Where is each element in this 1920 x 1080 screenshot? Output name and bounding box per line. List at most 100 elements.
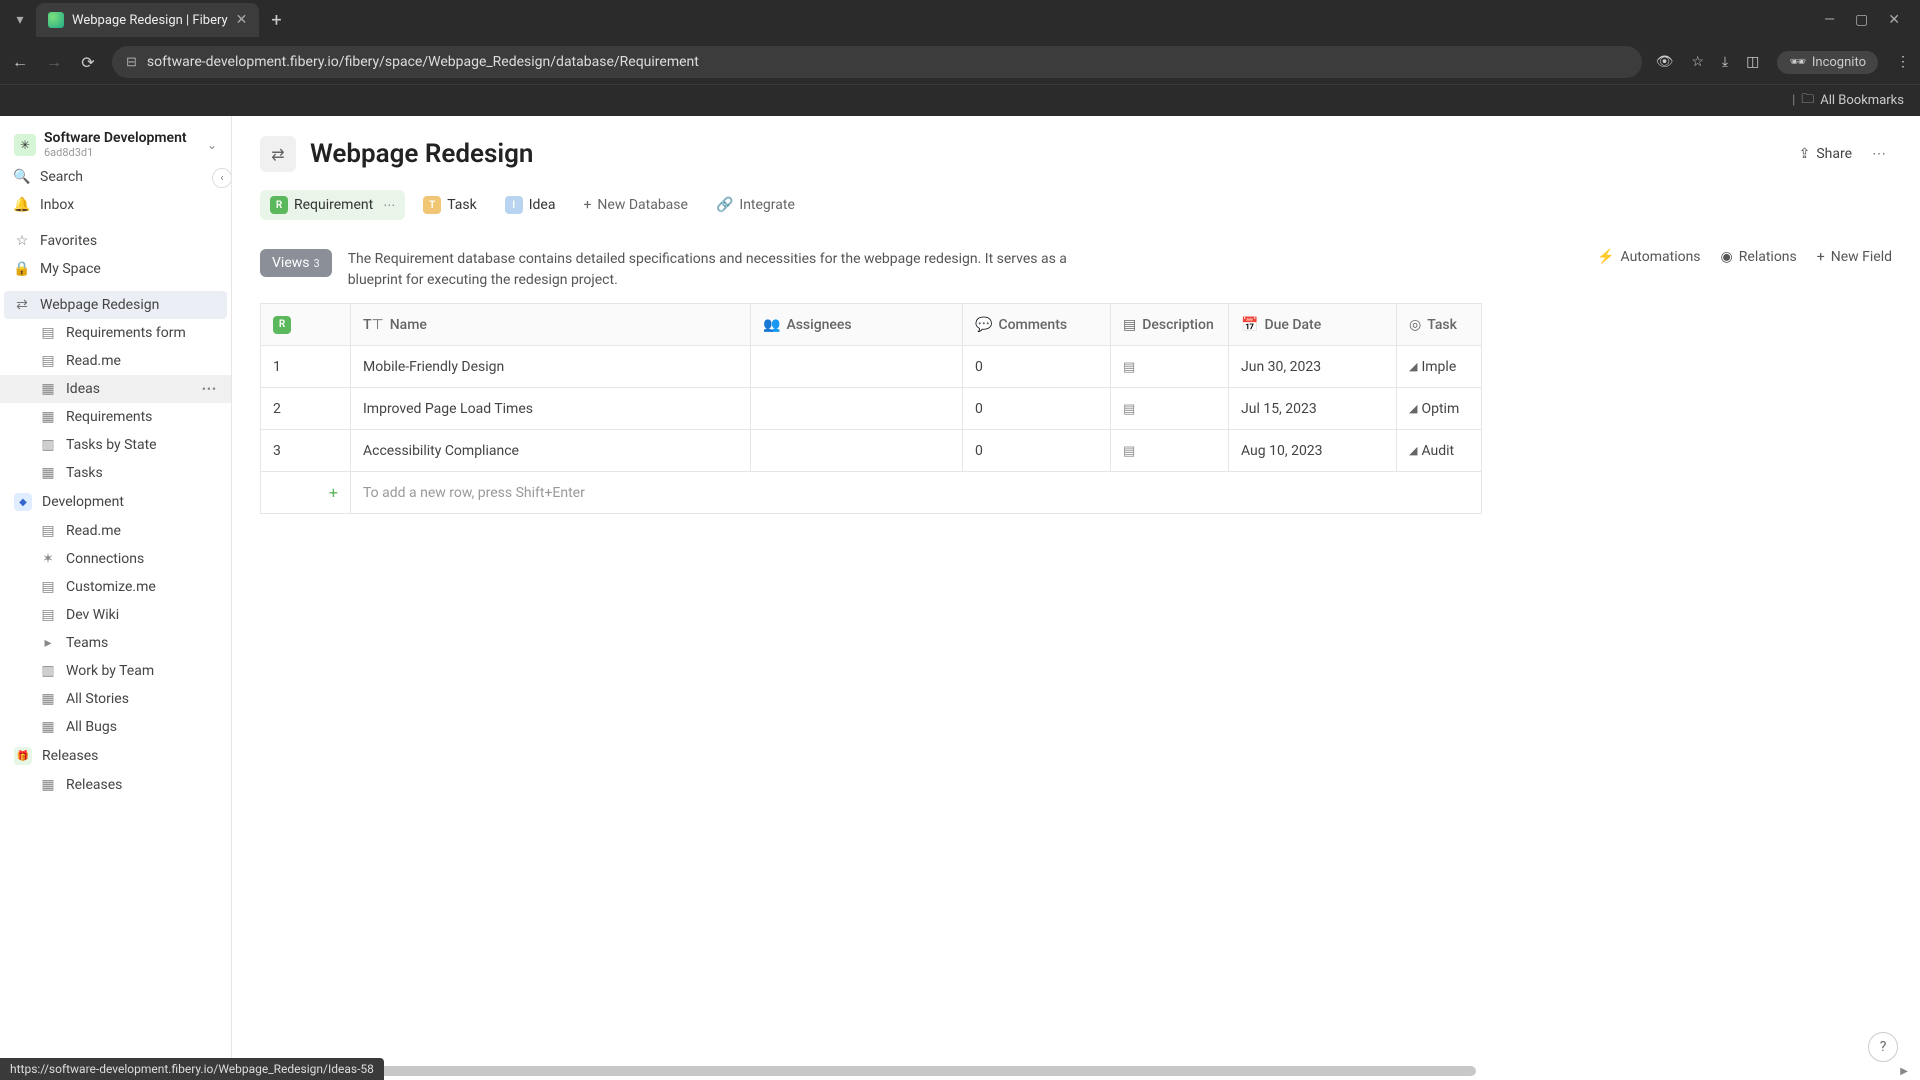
incognito-badge[interactable]: 🕶 Incognito [1777,51,1878,74]
add-row[interactable]: + To add a new row, press Shift+Enter [261,472,1482,514]
minimize-icon[interactable]: ― [1824,12,1835,28]
page-menu-button[interactable]: ⋯ [1866,146,1892,162]
column-header-assignees[interactable]: 👥Assignees [751,304,963,346]
browser-tab[interactable]: Webpage Redesign | Fibery ✕ [36,3,259,37]
new-tab-button[interactable]: + [263,10,289,31]
cell-due-date[interactable]: Aug 10, 2023 [1229,430,1397,472]
cell-name[interactable]: Accessibility Compliance [351,430,751,472]
cell-description[interactable]: ▤ [1111,388,1229,430]
sidebar-item-teams[interactable]: ▸ Teams [0,629,231,657]
sidebar-item-ideas[interactable]: ▦ Ideas ••• [0,375,231,403]
text-icon: T⊤ [363,317,384,333]
reload-button[interactable]: ⟳ [78,53,98,72]
browser-menu-icon[interactable]: ⋮ [1896,54,1910,70]
column-header-comments[interactable]: 💬Comments [963,304,1111,346]
new-database-button[interactable]: + New Database [573,191,697,219]
sidebar-item-tasks-by-state[interactable]: ▥ Tasks by State [0,431,231,459]
maximize-icon[interactable]: ▢ [1855,12,1868,28]
integrate-button[interactable]: 🔗 Integrate [706,191,805,219]
add-row-plus-icon[interactable]: + [261,472,351,514]
cell-assignees[interactable] [751,346,963,388]
views-button[interactable]: Views 3 [260,249,332,277]
page-icon[interactable]: ⇄ [260,136,296,172]
cell-description[interactable]: ▤ [1111,346,1229,388]
cell-name[interactable]: Mobile-Friendly Design [351,346,751,388]
cell-task[interactable]: ◢Audit [1397,430,1482,472]
cell-due-date[interactable]: Jun 30, 2023 [1229,346,1397,388]
collapse-sidebar-button[interactable]: ‹ [212,168,232,188]
tab-search-icon[interactable]: ▾ [8,8,32,32]
sidepanel-icon[interactable]: ◫ [1746,54,1759,70]
bookmark-star-icon[interactable]: ☆ [1691,54,1704,70]
cell-comments[interactable]: 0 [963,346,1111,388]
table-row[interactable]: 1 Mobile-Friendly Design 0 ▤ Jun 30, 202… [261,346,1482,388]
db-tab-menu-icon[interactable]: ⋯ [383,198,395,212]
column-header-index[interactable]: R [261,304,351,346]
table-row[interactable]: 2 Improved Page Load Times 0 ▤ Jul 15, 2… [261,388,1482,430]
column-header-name[interactable]: T⊤Name [351,304,751,346]
share-icon: ⇪ [1799,146,1811,162]
workspace-switcher[interactable]: ✳ Software Development 6ad8d3d1 ⌄ [0,124,231,163]
board-icon: ▥ [40,437,56,453]
all-bookmarks-button[interactable]: All Bookmarks [1820,93,1904,108]
column-label: Description [1142,317,1214,333]
sidebar-item-customize[interactable]: ▤ Customize.me [0,573,231,601]
sidebar-favorites[interactable]: ☆ Favorites [0,227,231,255]
close-tab-icon[interactable]: ✕ [236,12,248,28]
column-header-due-date[interactable]: 📅Due Date [1229,304,1397,346]
sidebar-item-all-bugs[interactable]: ▦ All Bugs [0,713,231,741]
column-header-task[interactable]: ◎Task [1397,304,1482,346]
site-settings-icon[interactable]: ⊟ [126,55,137,70]
db-tab-task[interactable]: T Task [413,190,487,220]
downloads-icon[interactable]: ⤓ [1722,54,1728,70]
cell-assignees[interactable] [751,430,963,472]
sidebar-search[interactable]: 🔍 Search [0,163,231,191]
cell-name[interactable]: Improved Page Load Times [351,388,751,430]
sidebar-item-connections[interactable]: ✶ Connections [0,545,231,573]
sidebar-item-all-stories[interactable]: ▦ All Stories [0,685,231,713]
forward-button[interactable]: → [44,52,64,72]
column-label: Task [1427,317,1457,333]
cell-description[interactable]: ▤ [1111,430,1229,472]
sidebar-item-releases-view[interactable]: ▦ Releases [0,771,231,799]
sidebar-item-dev-wiki[interactable]: ▤ Dev Wiki [0,601,231,629]
eye-off-icon[interactable]: 👁 [1656,54,1674,70]
cell-assignees[interactable] [751,388,963,430]
scroll-right-icon[interactable]: ▶ [1900,1066,1908,1077]
column-label: Comments [998,317,1067,333]
sidebar-space-development[interactable]: ◆ Development [0,487,231,517]
sidebar-item-work-by-team[interactable]: ▥ Work by Team [0,657,231,685]
automations-button[interactable]: ⚡ Automations [1597,249,1700,265]
close-window-icon[interactable]: ✕ [1888,12,1900,28]
sidebar-item-requirements-form[interactable]: ▤ Requirements form [0,319,231,347]
db-tab-requirement[interactable]: R Requirement ⋯ [260,190,405,220]
sidebar-space-releases[interactable]: 🎁 Releases [0,741,231,771]
column-header-description[interactable]: ▤Description [1111,304,1229,346]
cell-task[interactable]: ◢Optim [1397,388,1482,430]
sidebar-my-space[interactable]: 🔒 My Space [0,255,231,283]
relations-button[interactable]: ◉ Relations [1721,249,1797,265]
database-description[interactable]: The Requirement database contains detail… [348,249,1088,291]
sidebar-item-requirements[interactable]: ▦ Requirements [0,403,231,431]
address-bar[interactable]: ⊟ software-development.fibery.io/fibery/… [112,46,1642,78]
sidebar-item-label: Teams [66,635,108,651]
sidebar-inbox[interactable]: 🔔 Inbox [0,191,231,219]
cell-comments[interactable]: 0 [963,388,1111,430]
sidebar-space-webpage-redesign[interactable]: ⇄ Webpage Redesign [4,291,227,319]
help-button[interactable]: ? [1868,1032,1898,1062]
sidebar-item-dev-readme[interactable]: ▤ Read.me [0,517,231,545]
sidebar-item-tasks[interactable]: ▦ Tasks [0,459,231,487]
cell-due-date[interactable]: Jul 15, 2023 [1229,388,1397,430]
table-row[interactable]: 3 Accessibility Compliance 0 ▤ Aug 10, 2… [261,430,1482,472]
cell-task[interactable]: ◢Imple [1397,346,1482,388]
doc-icon: ▤ [40,607,56,623]
sidebar-item-readme[interactable]: ▤ Read.me [0,347,231,375]
incognito-icon: 🕶 [1789,55,1806,70]
back-button[interactable]: ← [10,52,30,72]
new-field-button[interactable]: + New Field [1817,249,1892,265]
item-more-icon[interactable]: ••• [202,382,217,396]
cell-comments[interactable]: 0 [963,430,1111,472]
page-title[interactable]: Webpage Redesign [310,139,1785,169]
share-button[interactable]: ⇪ Share [1799,146,1852,162]
db-tab-idea[interactable]: I Idea [495,190,566,220]
